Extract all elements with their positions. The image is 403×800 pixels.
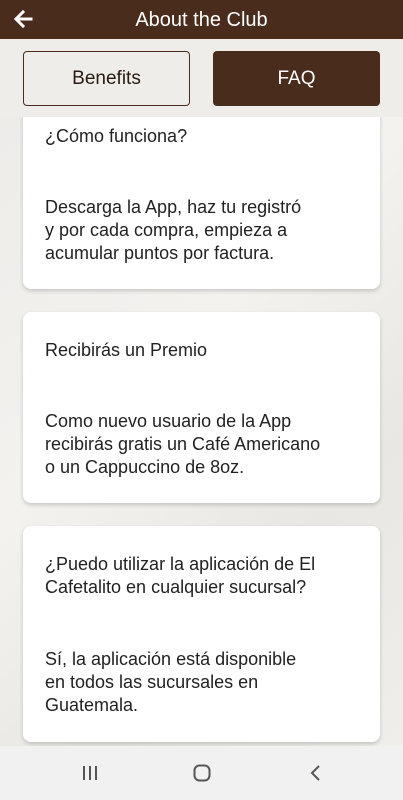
faq-card: Recibirás un Premio Como nuevo usuario d…	[23, 312, 380, 503]
recents-button[interactable]	[70, 758, 110, 788]
faq-question: ¿Puedo utilizar la aplicación de El Cafe…	[45, 554, 316, 597]
faq-answer: Como nuevo usuario de la App recibirás g…	[45, 411, 321, 477]
tab-faq[interactable]: FAQ	[213, 51, 380, 106]
back-chevron-icon	[310, 765, 320, 781]
system-nav-bar	[0, 746, 403, 800]
home-icon	[193, 764, 211, 782]
nav-back-button[interactable]	[296, 758, 336, 788]
faq-answer: Sí, la aplicación está disponible en tod…	[45, 649, 297, 715]
home-button[interactable]	[182, 758, 222, 788]
tab-bar: Benefits FAQ	[0, 39, 403, 117]
faq-question: Recibirás un Premio	[45, 340, 208, 360]
recents-icon	[83, 766, 97, 780]
faq-list[interactable]: ¿Cómo funciona? Descarga la App, haz tu …	[0, 117, 403, 746]
app-header: About the Club	[0, 0, 403, 39]
faq-card: ¿Cómo funciona? Descarga la App, haz tu …	[23, 117, 380, 289]
faq-card: ¿Puedo utilizar la aplicación de El Cafe…	[23, 526, 380, 742]
tab-benefits[interactable]: Benefits	[23, 51, 190, 106]
faq-answer: Descarga la App, haz tu registró y por c…	[45, 197, 302, 263]
faq-question: ¿Cómo funciona?	[45, 126, 188, 146]
page-title: About the Club	[135, 9, 268, 31]
